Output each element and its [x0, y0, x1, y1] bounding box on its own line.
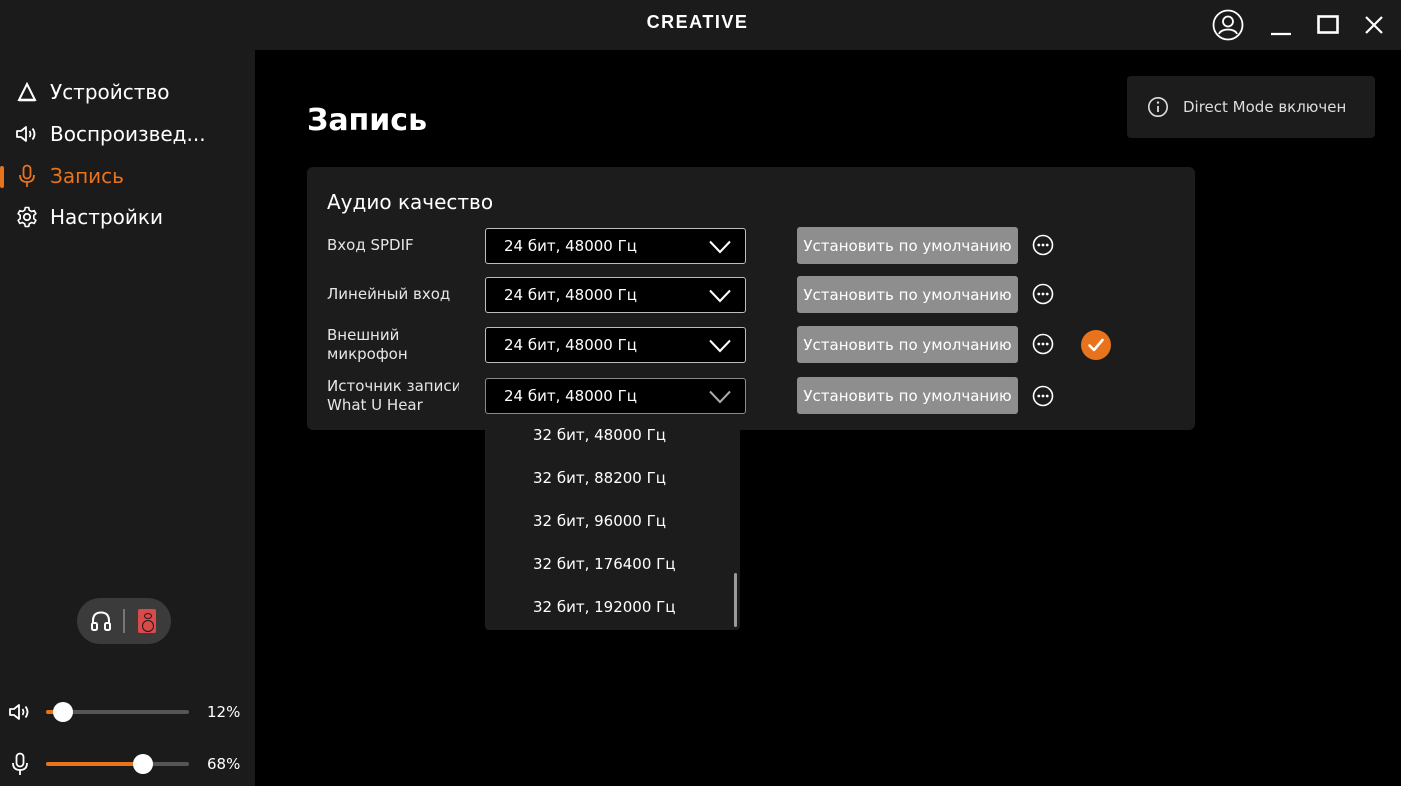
select-value: 24 бит, 48000 Гц: [504, 237, 637, 255]
info-icon: [1147, 96, 1169, 118]
sidebar-item-label: Запись: [50, 164, 124, 188]
dropdown-scrollbar[interactable]: [734, 573, 737, 627]
sidebar-item-label: Настройки: [50, 205, 163, 229]
toggle-divider: [123, 609, 125, 633]
speaker-icon: [14, 121, 40, 147]
sidebar-item-label: Устройство: [50, 80, 170, 104]
dropdown-option[interactable]: 32 бит, 176400 Гц: [533, 555, 676, 573]
card-title: Аудио качество: [327, 190, 494, 214]
more-options-icon[interactable]: [1032, 385, 1054, 407]
active-indicator: [0, 166, 4, 188]
device-icon: [14, 79, 40, 105]
direct-mode-toast: Direct Mode включен: [1127, 76, 1375, 138]
gear-icon: [14, 204, 40, 230]
minimize-button[interactable]: [1264, 8, 1298, 42]
set-default-button-what-u-hear[interactable]: Установить по умолчанию: [797, 377, 1018, 414]
sidebar-item-settings[interactable]: Настройки: [0, 200, 255, 234]
row-label-what-u-hear: Источник записи What U Hear: [327, 377, 459, 414]
page-title: Запись: [307, 103, 428, 138]
sidebar-item-device[interactable]: Устройство: [0, 75, 255, 109]
select-value: 24 бит, 48000 Гц: [504, 387, 637, 405]
audio-quality-card: Аудио качество Вход SPDIF 24 бит, 48000 …: [307, 167, 1195, 430]
select-value: 24 бит, 48000 Гц: [504, 286, 637, 304]
dropdown-option[interactable]: 32 бит, 48000 Гц: [533, 426, 666, 444]
output-toggle[interactable]: [77, 598, 171, 644]
row-label-line-in: Линейный вход: [327, 285, 451, 303]
more-options-icon[interactable]: [1032, 333, 1054, 355]
microphone-icon: [8, 752, 32, 776]
format-dropdown-list: 32 бит, 48000 Гц 32 бит, 88200 Гц 32 бит…: [485, 414, 740, 630]
default-check-icon: [1081, 330, 1111, 360]
speaker-box-icon[interactable]: [138, 609, 156, 633]
mic-slider-knob[interactable]: [133, 754, 154, 774]
set-default-button-spdif[interactable]: Установить по умолчанию: [797, 227, 1018, 264]
chevron-down-icon: [709, 338, 731, 357]
mic-slider[interactable]: [46, 754, 189, 774]
brand-logo: CREATIVE: [646, 12, 749, 32]
sidebar-item-record[interactable]: Запись: [0, 159, 255, 193]
microphone-icon: [14, 163, 40, 189]
more-options-icon[interactable]: [1032, 283, 1054, 305]
set-default-button-external-mic[interactable]: Установить по умолчанию: [797, 326, 1018, 363]
format-select-what-u-hear[interactable]: 24 бит, 48000 Гц: [485, 378, 746, 414]
row-label-external-mic: Внешний микрофон: [327, 326, 408, 363]
app-window: CREATIVE Устройство Воспроизвед... Запис…: [0, 0, 1401, 786]
format-select-line-in[interactable]: 24 бит, 48000 Гц: [485, 277, 746, 313]
sidebar-item-label: Воспроизвед...: [50, 122, 206, 146]
dropdown-option[interactable]: 32 бит, 192000 Гц: [533, 598, 676, 616]
volume-icon: [8, 700, 32, 724]
volume-value: 12%: [207, 703, 241, 721]
more-options-icon[interactable]: [1032, 234, 1054, 256]
volume-slider-row: 12%: [0, 700, 255, 724]
mic-value: 68%: [207, 755, 241, 773]
dropdown-option[interactable]: 32 бит, 96000 Гц: [533, 512, 666, 530]
toast-text: Direct Mode включен: [1183, 98, 1347, 116]
chevron-down-icon: [709, 389, 731, 408]
mic-slider-row: 68%: [0, 752, 255, 776]
row-label-spdif: Вход SPDIF: [327, 236, 414, 254]
chevron-down-icon: [709, 288, 731, 307]
volume-slider[interactable]: [46, 702, 189, 722]
volume-slider-knob[interactable]: [53, 702, 74, 722]
sidebar: Устройство Воспроизвед... Запись Настрой…: [0, 50, 255, 786]
close-button[interactable]: [1357, 8, 1391, 42]
sidebar-item-playback[interactable]: Воспроизвед...: [0, 117, 255, 151]
account-icon[interactable]: [1211, 8, 1245, 42]
chevron-down-icon: [709, 239, 731, 258]
dropdown-option[interactable]: 32 бит, 88200 Гц: [533, 469, 666, 487]
maximize-button[interactable]: [1311, 8, 1345, 42]
format-select-external-mic[interactable]: 24 бит, 48000 Гц: [485, 327, 746, 363]
format-select-spdif[interactable]: 24 бит, 48000 Гц: [485, 228, 746, 264]
title-bar: CREATIVE: [0, 0, 1401, 50]
mic-slider-fill: [46, 762, 144, 766]
set-default-button-line-in[interactable]: Установить по умолчанию: [797, 276, 1018, 313]
select-value: 24 бит, 48000 Гц: [504, 336, 637, 354]
headphones-icon[interactable]: [89, 609, 113, 637]
